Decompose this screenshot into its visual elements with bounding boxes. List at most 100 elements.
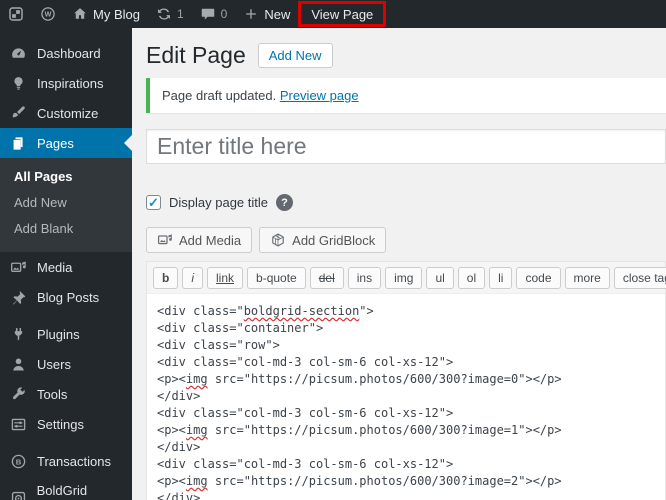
quicktag-ins-button[interactable]: ins: [347, 267, 382, 289]
main-content: Edit Page Add New Page draft updated. Pr…: [132, 28, 666, 500]
sidebar-item-inspirations[interactable]: Inspirations: [0, 68, 132, 98]
title-input[interactable]: [146, 129, 666, 164]
quicktag-ul-button[interactable]: ul: [426, 267, 454, 289]
plug-icon: [9, 326, 28, 343]
display-title-checkbox[interactable]: ✓: [146, 195, 161, 210]
code-line: <div class="col-md-3 col-sm-6 col-xs-12"…: [157, 406, 454, 420]
add-gridblock-button[interactable]: Add GridBlock: [259, 227, 387, 253]
transactions-icon: B: [9, 453, 28, 470]
admin-bar: W My Blog 1 0 New View Page: [0, 0, 666, 28]
sidebar-item-label: Plugins: [37, 326, 80, 342]
sidebar-item-label: Media: [37, 259, 73, 275]
menu-separator: [0, 312, 132, 319]
quicktag-li-button[interactable]: li: [489, 267, 513, 289]
submenu-item-add-new[interactable]: Add New: [0, 190, 132, 216]
gridblock-icon: [270, 232, 286, 248]
comment-icon: [200, 6, 216, 22]
sidebar-item-label: Dashboard: [37, 45, 101, 61]
button-label: Add Media: [179, 232, 242, 248]
sidebar-item-plugins[interactable]: Plugins: [0, 319, 132, 349]
quicktag-del-button[interactable]: del: [309, 267, 344, 289]
sidebar-item-label: Inspirations: [37, 75, 104, 91]
preview-page-link[interactable]: Preview page: [280, 88, 359, 103]
code-line: <p><img src="https://picsum.photos/600/3…: [157, 372, 562, 386]
comments-label: 0: [220, 7, 228, 21]
quicktag-b-button[interactable]: b: [153, 267, 179, 289]
quicktag-close-tags-button[interactable]: close tags: [613, 267, 666, 289]
code-line: <div class="container">: [157, 321, 324, 335]
help-icon[interactable]: ?: [276, 194, 293, 211]
notice-message: Page draft updated.: [162, 88, 277, 103]
admin-menu: Dashboard Inspirations Customize Pages All P…: [0, 28, 132, 500]
update-icon: [156, 6, 172, 22]
media-icon: [157, 232, 173, 248]
submenu-item-all-pages[interactable]: All Pages: [0, 164, 132, 190]
pushpin-icon: [9, 289, 28, 306]
updates-item[interactable]: 1: [148, 0, 192, 28]
boldgrid-icon: [8, 6, 24, 22]
user-icon: [9, 356, 28, 373]
dashboard-icon: [9, 45, 28, 62]
tools-icon: [9, 386, 28, 403]
updates-label: 1: [176, 7, 184, 21]
new-content-item[interactable]: New: [235, 0, 298, 28]
media-icon: [9, 259, 28, 276]
quicktag-ol-button[interactable]: ol: [457, 267, 486, 289]
page-header: Edit Page Add New: [146, 38, 666, 72]
quicktag-img-button[interactable]: img: [385, 267, 423, 289]
lightbulb-icon: [9, 75, 28, 92]
display-title-label: Display page title: [169, 195, 268, 210]
content-editor[interactable]: <div class="boldgrid-section"> <div class…: [147, 294, 665, 500]
code-line: <div class="col-md-3 col-sm-6 col-xs-12"…: [157, 457, 454, 471]
sidebar-item-customize[interactable]: Customize: [0, 98, 132, 128]
menu-separator: [0, 476, 132, 483]
sidebar-item-dashboard[interactable]: Dashboard: [0, 38, 132, 68]
sidebar-item-tools[interactable]: Tools: [0, 379, 132, 409]
svg-text:B: B: [16, 457, 22, 466]
code-line: <div class="row">: [157, 338, 280, 352]
comments-item[interactable]: 0: [192, 0, 236, 28]
code-line: </div>: [157, 440, 201, 454]
sidebar-item-settings[interactable]: Settings: [0, 409, 132, 439]
code-line: </div>: [157, 491, 201, 500]
view-page-label: View Page: [311, 6, 374, 22]
submenu-item-add-blank[interactable]: Add Blank: [0, 216, 132, 242]
quicktag-more-button[interactable]: more: [564, 267, 610, 289]
settings-icon: [9, 416, 28, 433]
home-icon: [72, 6, 88, 22]
site-name-item[interactable]: My Blog: [64, 0, 148, 28]
sidebar-item-pages[interactable]: Pages: [0, 128, 132, 158]
backup-icon: [9, 490, 28, 500]
add-media-button[interactable]: Add Media: [146, 227, 253, 253]
sidebar-item-label: BoldGrid Backup: [36, 483, 88, 500]
site-name-label: My Blog: [93, 6, 140, 22]
editor: b i link b-quote del ins img ul ol li code more clos…: [146, 261, 666, 500]
quicktag-i-button[interactable]: i: [182, 267, 204, 289]
wordpress-icon: W: [40, 6, 56, 22]
quicktags-toolbar: b i link b-quote del ins img ul ol li code more clos…: [147, 262, 666, 294]
page-title: Edit Page: [146, 42, 246, 68]
sidebar-item-boldgrid-backup[interactable]: BoldGrid Backup: [0, 483, 132, 500]
sidebar-item-blog-posts[interactable]: Blog Posts: [0, 282, 132, 312]
sidebar-item-label: Pages: [37, 135, 74, 151]
code-line: </div>: [157, 389, 201, 403]
quicktag-link-button[interactable]: link: [207, 267, 244, 289]
boldgrid-menu-item[interactable]: [0, 0, 32, 28]
wordpress-menu-item[interactable]: W: [32, 0, 64, 28]
code-line: <p><img src="https://picsum.photos/600/3…: [157, 423, 562, 437]
sidebar-item-users[interactable]: Users: [0, 349, 132, 379]
sidebar-item-transactions[interactable]: B Transactions: [0, 446, 132, 476]
update-notice: Page draft updated. Preview page: [146, 78, 666, 113]
brush-icon: [9, 105, 28, 122]
sidebar-item-label: Transactions: [37, 453, 111, 469]
sidebar-item-label: Users: [37, 356, 71, 372]
sidebar-item-media[interactable]: Media: [0, 252, 132, 282]
view-page-button[interactable]: View Page: [298, 1, 387, 27]
add-new-button[interactable]: Add New: [257, 42, 333, 68]
quicktag-b-quote-button[interactable]: b-quote: [247, 267, 306, 289]
button-label: Add GridBlock: [292, 232, 376, 248]
code-line: <p><img src="https://picsum.photos/600/3…: [157, 474, 562, 488]
plus-icon: [243, 6, 259, 22]
quicktag-code-button[interactable]: code: [516, 267, 561, 289]
code-line: <div class="col-md-3 col-sm-6 col-xs-12"…: [157, 355, 454, 369]
